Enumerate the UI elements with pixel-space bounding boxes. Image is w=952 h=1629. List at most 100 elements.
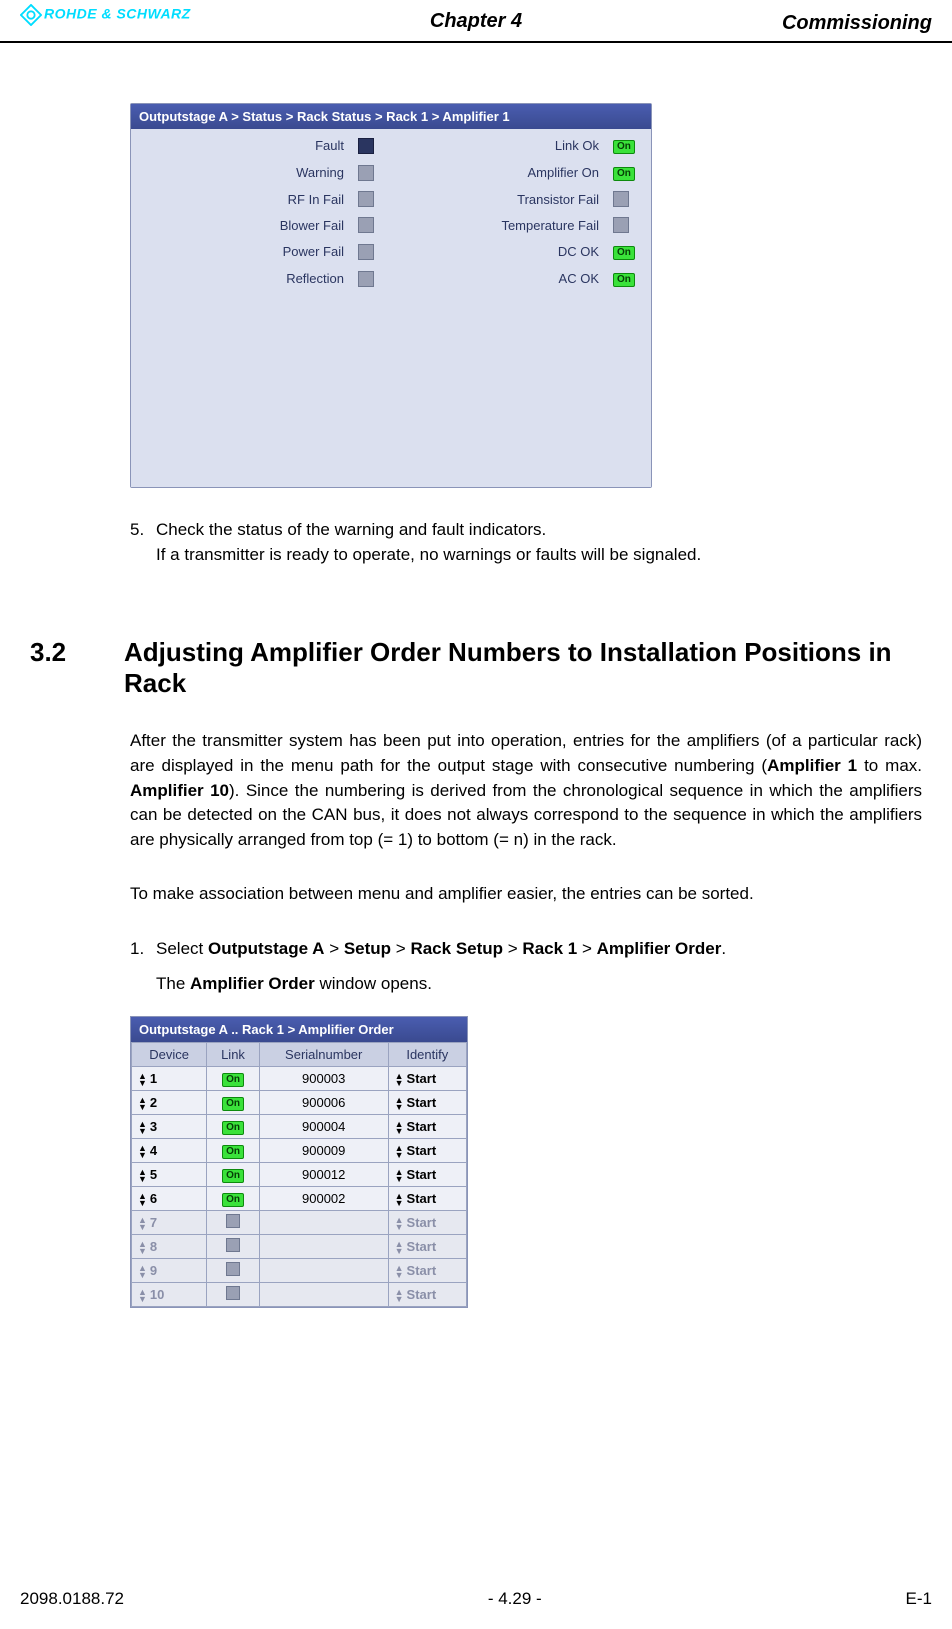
device-stepper: ▲▼9 <box>132 1259 207 1283</box>
device-stepper: ▲▼10 <box>132 1283 207 1307</box>
serial-cell <box>259 1235 388 1259</box>
status-label: Power Fail <box>141 244 344 259</box>
up-down-icon: ▲▼ <box>395 1217 404 1231</box>
status-indicator <box>226 1238 240 1252</box>
table-row: ▲▼6On900002▲▼Start <box>132 1187 467 1211</box>
on-indicator: On <box>613 140 635 154</box>
serial-cell: 900012 <box>259 1163 388 1187</box>
identify-button[interactable]: ▲▼Start <box>388 1163 466 1187</box>
status-indicator <box>358 244 374 260</box>
on-indicator: On <box>613 246 635 260</box>
status-label: Warning <box>141 165 344 180</box>
footer-center: - 4.29 - <box>488 1589 542 1609</box>
status-label: Temperature Fail <box>396 218 599 233</box>
status-label: DC OK <box>396 244 599 259</box>
status-indicator <box>226 1214 240 1228</box>
on-indicator: On <box>222 1097 244 1111</box>
page-footer: 2098.0188.72 - 4.29 - E-1 <box>0 1589 952 1609</box>
up-down-icon: ▲▼ <box>395 1169 404 1183</box>
table-row: ▲▼4On900009▲▼Start <box>132 1139 467 1163</box>
device-stepper[interactable]: ▲▼5 <box>132 1163 207 1187</box>
amplifier-order-table: Device Link Serialnumber Identify ▲▼1On9… <box>131 1042 467 1307</box>
device-stepper[interactable]: ▲▼4 <box>132 1139 207 1163</box>
up-down-icon: ▲▼ <box>138 1265 147 1279</box>
link-cell <box>207 1259 260 1283</box>
up-down-icon: ▲▼ <box>395 1193 404 1207</box>
brand-logo: ROHDE & SCHWARZ <box>20 4 191 26</box>
step-5-number: 5. <box>130 518 156 567</box>
on-indicator: On <box>613 273 635 287</box>
link-cell <box>207 1211 260 1235</box>
on-indicator: On <box>222 1073 244 1087</box>
link-cell: On <box>207 1139 260 1163</box>
serial-cell: 900006 <box>259 1091 388 1115</box>
col-link: Link <box>207 1043 260 1067</box>
identify-button[interactable]: ▲▼Start <box>388 1139 466 1163</box>
status-indicator <box>358 217 374 233</box>
identify-button[interactable]: ▲▼Start <box>388 1067 466 1091</box>
section-label: Commissioning <box>782 12 932 35</box>
status-indicator <box>226 1286 240 1300</box>
link-cell: On <box>207 1187 260 1211</box>
amplifier-order-panel: Outputstage A .. Rack 1 > Amplifier Orde… <box>130 1016 468 1308</box>
serial-cell <box>259 1211 388 1235</box>
device-stepper[interactable]: ▲▼1 <box>132 1067 207 1091</box>
status-indicator <box>358 191 374 207</box>
status-label: Fault <box>141 138 344 153</box>
section-3-2-heading: 3.2Adjusting Amplifier Order Numbers to … <box>30 637 922 699</box>
amplifier-status-breadcrumb: Outputstage A > Status > Rack Status > R… <box>131 104 651 129</box>
link-cell: On <box>207 1115 260 1139</box>
device-stepper[interactable]: ▲▼2 <box>132 1091 207 1115</box>
table-row: ▲▼5 On 900012▲▼Start <box>132 1163 467 1187</box>
step-1-number: 1. <box>130 937 156 996</box>
step-5-line2: If a transmitter is ready to operate, no… <box>156 545 701 564</box>
table-row: ▲▼2 On 900006▲▼Start <box>132 1091 467 1115</box>
col-identify: Identify <box>388 1043 466 1067</box>
amplifier-order-title: Outputstage A .. Rack 1 > Amplifier Orde… <box>131 1017 467 1042</box>
identify-button[interactable]: ▲▼Start <box>388 1115 466 1139</box>
device-stepper: ▲▼7 <box>132 1211 207 1235</box>
serial-cell <box>259 1283 388 1307</box>
up-down-icon: ▲▼ <box>138 1193 147 1207</box>
device-stepper[interactable]: ▲▼3 <box>132 1115 207 1139</box>
up-down-icon: ▲▼ <box>138 1289 147 1303</box>
logo-icon <box>20 4 42 26</box>
up-down-icon: ▲▼ <box>138 1241 147 1255</box>
on-indicator: On <box>613 167 635 181</box>
status-label: Link Ok <box>396 138 599 153</box>
link-cell: On <box>207 1163 260 1187</box>
table-row: ▲▼10 ▲▼Start <box>132 1283 467 1307</box>
status-label: Blower Fail <box>141 218 344 233</box>
status-indicator <box>358 138 374 154</box>
page-header: ROHDE & SCHWARZ Chapter 4 Commissioning <box>0 0 952 43</box>
section-3-2-title: Adjusting Amplifier Order Numbers to Ins… <box>124 637 904 699</box>
table-row: ▲▼1 On 900003▲▼Start <box>132 1067 467 1091</box>
amplifier-status-panel: Outputstage A > Status > Rack Status > R… <box>130 103 652 488</box>
up-down-icon: ▲▼ <box>138 1217 147 1231</box>
up-down-icon: ▲▼ <box>395 1145 404 1159</box>
identify-button[interactable]: ▲▼Start <box>388 1091 466 1115</box>
device-stepper: ▲▼8 <box>132 1235 207 1259</box>
up-down-icon: ▲▼ <box>138 1145 147 1159</box>
status-indicator <box>226 1262 240 1276</box>
up-down-icon: ▲▼ <box>395 1289 404 1303</box>
footer-right: E-1 <box>906 1589 932 1609</box>
serial-cell: 900003 <box>259 1067 388 1091</box>
up-down-icon: ▲▼ <box>395 1121 404 1135</box>
status-label: Amplifier On <box>396 165 599 180</box>
on-indicator: On <box>222 1169 244 1183</box>
device-stepper[interactable]: ▲▼6 <box>132 1187 207 1211</box>
identify-button: ▲▼Start <box>388 1283 466 1307</box>
identify-button[interactable]: ▲▼Start <box>388 1187 466 1211</box>
status-label: RF In Fail <box>141 192 344 207</box>
table-row: ▲▼8▲▼Start <box>132 1235 467 1259</box>
up-down-icon: ▲▼ <box>138 1073 147 1087</box>
link-cell: On <box>207 1067 260 1091</box>
table-row: ▲▼7▲▼Start <box>132 1211 467 1235</box>
status-label: Transistor Fail <box>396 192 599 207</box>
para-2: To make association between menu and amp… <box>130 882 922 907</box>
table-row: ▲▼3On900004▲▼Start <box>132 1115 467 1139</box>
up-down-icon: ▲▼ <box>138 1097 147 1111</box>
table-row: ▲▼9▲▼Start <box>132 1259 467 1283</box>
status-indicator <box>358 165 374 181</box>
